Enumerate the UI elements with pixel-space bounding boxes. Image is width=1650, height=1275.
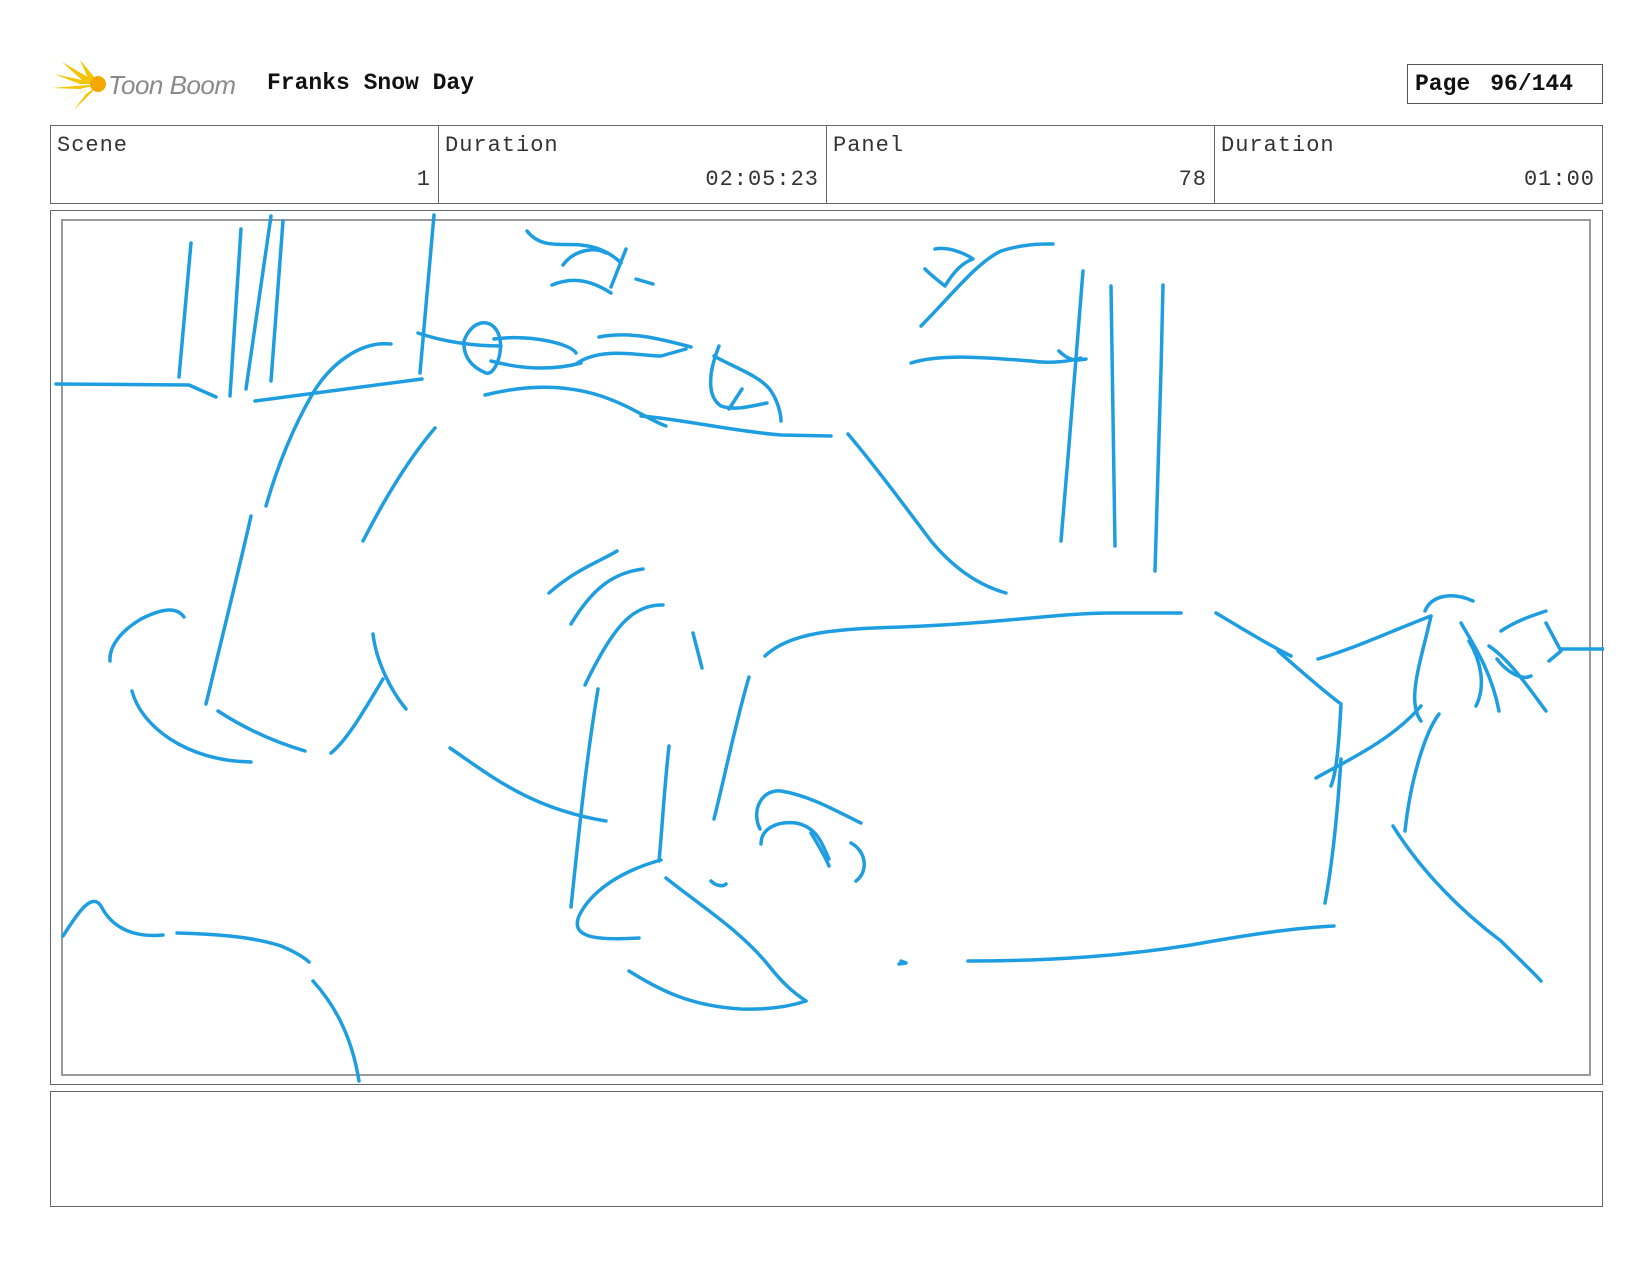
scene-duration-value: 02:05:23 bbox=[705, 167, 819, 192]
storyboard-panel bbox=[50, 210, 1604, 1085]
scene-cell: Scene 1 bbox=[51, 126, 439, 203]
scene-duration-label: Duration bbox=[445, 133, 559, 158]
scene-value: 1 bbox=[416, 167, 431, 192]
panel-duration-value: 01:00 bbox=[1523, 167, 1595, 192]
starburst-icon bbox=[52, 60, 106, 110]
panel-label: Panel bbox=[833, 133, 905, 158]
panel-cell: Panel 78 bbox=[827, 126, 1215, 203]
page-number: 96/144 bbox=[1490, 71, 1574, 97]
scene-duration-cell: Duration 02:05:23 bbox=[439, 126, 827, 203]
page-indicator: Page 96/144 bbox=[1407, 64, 1603, 104]
project-title: Franks Snow Day bbox=[267, 70, 475, 96]
toon-boom-logo: Toon Boom bbox=[52, 60, 252, 110]
sketch-drawing bbox=[54, 213, 1604, 1083]
panel-notes bbox=[50, 1091, 1603, 1207]
panel-duration-label: Duration bbox=[1221, 133, 1335, 158]
page-label: Page bbox=[1415, 71, 1471, 97]
scene-label: Scene bbox=[57, 133, 129, 158]
panel-duration-cell: Duration 01:00 bbox=[1215, 126, 1602, 203]
scene-info-table: Scene 1 Duration 02:05:23 Panel 78 Durat… bbox=[50, 125, 1603, 204]
header: Toon Boom Franks Snow Day Page 96/144 bbox=[52, 58, 1604, 110]
panel-value: 78 bbox=[1178, 167, 1207, 192]
logo-text: Toon Boom bbox=[108, 70, 236, 100]
